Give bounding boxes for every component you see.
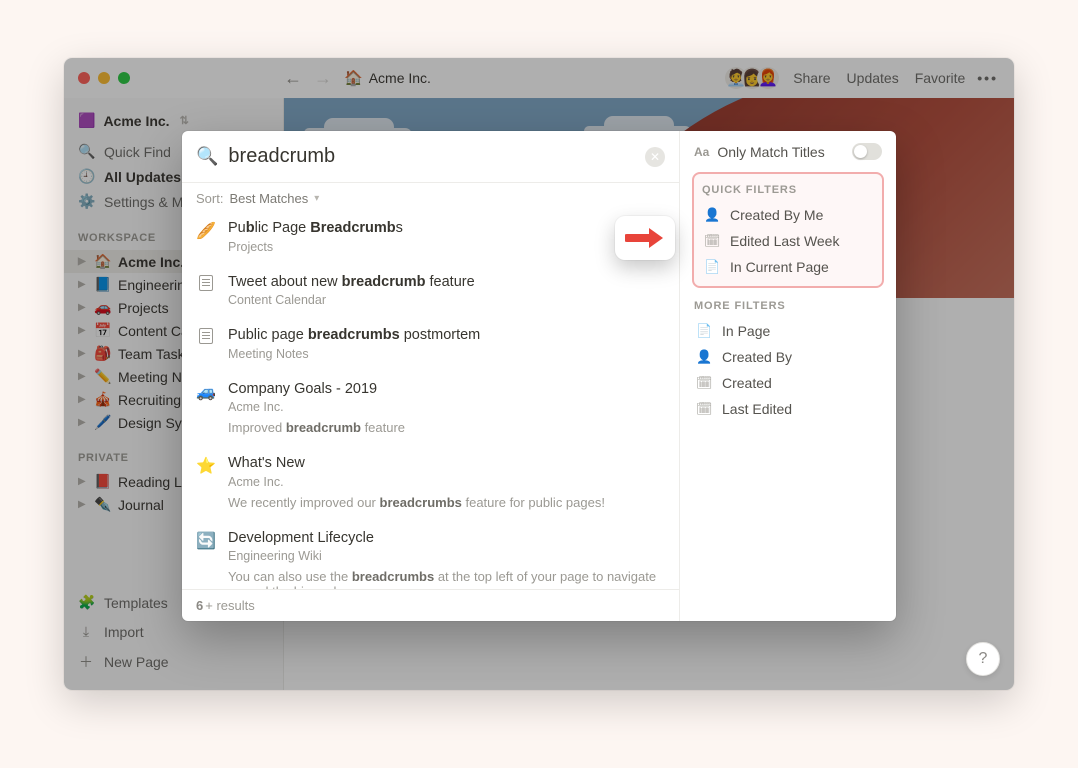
result-title: Public Page Breadcrumbs bbox=[228, 219, 665, 239]
help-icon: ? bbox=[979, 650, 988, 668]
result-path: Acme Inc. bbox=[228, 400, 665, 414]
quick-filters-box: QUICK FILTERS 👤 Created By Me 🗓 Edited Last… bbox=[694, 174, 882, 286]
result-icon bbox=[196, 328, 216, 349]
result-icon: 🚙 bbox=[196, 382, 216, 402]
search-result[interactable]: Public page breadcrumbs postmortemMeetin… bbox=[182, 317, 679, 371]
sort-value: Best Matches bbox=[229, 191, 308, 206]
result-title: Company Goals - 2019 bbox=[228, 380, 665, 400]
annotation-arrow bbox=[615, 216, 675, 260]
only-match-titles-label: Only Match Titles bbox=[717, 144, 824, 160]
result-path: Engineering Wiki bbox=[228, 549, 665, 563]
result-path: Projects bbox=[228, 240, 665, 254]
result-icon: ⭐ bbox=[196, 456, 216, 476]
quick-filter-item[interactable]: 👤 Created By Me bbox=[702, 202, 874, 228]
more-filter-item[interactable]: 👤 Created By bbox=[694, 344, 882, 370]
clear-search-icon[interactable]: ✕ bbox=[645, 147, 665, 167]
search-result[interactable]: 🔄 Development LifecycleEngineering Wiki Yo… bbox=[182, 520, 679, 589]
filters-panel: Aa Only Match Titles QUICK FILTERS 👤 Crea… bbox=[680, 131, 896, 621]
filter-icon: 🗓 bbox=[696, 401, 712, 417]
chevron-down-icon: ▾ bbox=[314, 193, 319, 204]
help-button[interactable]: ? bbox=[966, 642, 1000, 676]
search-result[interactable]: Tweet about new breadcrumb featureConten… bbox=[182, 264, 679, 318]
result-snippet: We recently improved our breadcrumbs fea… bbox=[228, 495, 665, 510]
results-count: 6 bbox=[196, 598, 203, 613]
result-path: Acme Inc. bbox=[228, 475, 665, 489]
search-result[interactable]: 🚙 Company Goals - 2019Acme Inc. Improved b… bbox=[182, 371, 679, 446]
filter-icon: 🗓 bbox=[704, 233, 720, 249]
filter-label: In Page bbox=[722, 323, 770, 339]
match-case-icon: Aa bbox=[694, 145, 709, 159]
filter-icon: 📄 bbox=[696, 323, 712, 339]
results-footer: 6 + results bbox=[182, 589, 679, 621]
result-path: Content Calendar bbox=[228, 293, 665, 307]
more-filter-item[interactable]: 📄 In Page bbox=[694, 318, 882, 344]
more-filter-item[interactable]: 🗓 Last Edited bbox=[694, 396, 882, 422]
search-input[interactable] bbox=[228, 145, 635, 168]
filter-icon: 👤 bbox=[696, 349, 712, 365]
sort-label: Sort: bbox=[196, 191, 223, 206]
result-title: Public page breadcrumbs postmortem bbox=[228, 326, 665, 346]
filter-label: Created By bbox=[722, 349, 792, 365]
result-icon: 🔄 bbox=[196, 531, 216, 551]
result-title: Development Lifecycle bbox=[228, 529, 665, 549]
quick-find-modal: 🔍 ✕ Sort: Best Matches ▾ 🥖 Public Page Br… bbox=[182, 131, 896, 621]
result-icon: 🥖 bbox=[196, 221, 216, 241]
search-icon: 🔍 bbox=[196, 146, 218, 167]
search-results: 🥖 Public Page BreadcrumbsProjects Tweet ab… bbox=[182, 210, 679, 589]
filter-label: Created By Me bbox=[730, 207, 823, 223]
more-filters-label: MORE FILTERS bbox=[694, 300, 882, 312]
filter-label: Edited Last Week bbox=[730, 233, 839, 249]
result-icon bbox=[196, 275, 216, 296]
result-snippet: You can also use the breadcrumbs at the … bbox=[228, 569, 665, 589]
search-result[interactable]: ⭐ What's NewAcme Inc. We recently improved… bbox=[182, 445, 679, 520]
filter-label: Last Edited bbox=[722, 401, 792, 417]
quick-filter-item[interactable]: 🗓 Edited Last Week bbox=[702, 228, 874, 254]
quick-filters-label: QUICK FILTERS bbox=[702, 184, 874, 196]
filter-label: Created bbox=[722, 375, 772, 391]
result-title: Tweet about new breadcrumb feature bbox=[228, 273, 665, 293]
filter-icon: 👤 bbox=[704, 207, 720, 223]
results-suffix: + results bbox=[205, 598, 255, 613]
page-icon bbox=[199, 275, 213, 291]
only-match-titles-row: Aa Only Match Titles bbox=[694, 143, 882, 160]
sort-dropdown[interactable]: Sort: Best Matches ▾ bbox=[182, 183, 679, 210]
more-filter-item[interactable]: 🗓 Created bbox=[694, 370, 882, 396]
result-path: Meeting Notes bbox=[228, 347, 665, 361]
filter-icon: 🗓 bbox=[696, 375, 712, 391]
result-snippet: Improved breadcrumb feature bbox=[228, 420, 665, 435]
quick-filter-item[interactable]: 📄 In Current Page bbox=[702, 254, 874, 280]
page-icon bbox=[199, 328, 213, 344]
filter-icon: 📄 bbox=[704, 259, 720, 275]
result-title: What's New bbox=[228, 454, 665, 474]
search-result[interactable]: 🥖 Public Page BreadcrumbsProjects bbox=[182, 210, 679, 264]
filter-label: In Current Page bbox=[730, 259, 829, 275]
only-match-titles-toggle[interactable] bbox=[852, 143, 882, 160]
